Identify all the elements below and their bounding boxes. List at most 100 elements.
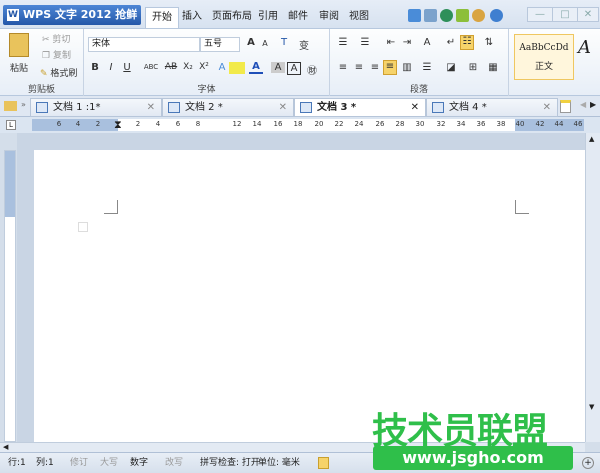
cut-button[interactable]: ✂ 剪切 bbox=[42, 32, 70, 45]
doc-tab-2[interactable]: 文档 2 * ✕ bbox=[162, 98, 294, 117]
shading-icon[interactable]: ◪ bbox=[444, 62, 458, 73]
table-icon[interactable]: ▦ bbox=[486, 62, 500, 73]
user-icon[interactable] bbox=[472, 9, 485, 22]
tab-insert[interactable]: 插入 bbox=[176, 7, 208, 28]
bold-button[interactable]: B bbox=[88, 62, 102, 73]
subscript-button[interactable]: X₂ bbox=[181, 62, 195, 72]
doc-tab-4[interactable]: 文档 4 * ✕ bbox=[426, 98, 558, 117]
ruler-tick: 40 bbox=[515, 120, 525, 128]
clear-format-icon[interactable]: T bbox=[277, 37, 291, 48]
copy-button[interactable]: ❐ 复制 bbox=[42, 48, 71, 61]
align-left-icon[interactable]: ≡ bbox=[336, 62, 350, 73]
scroll-tabs-left[interactable]: ◀ bbox=[580, 100, 586, 109]
home-icon[interactable] bbox=[424, 9, 437, 22]
scroll-up-icon[interactable]: ▲ bbox=[589, 135, 594, 143]
align-center-icon[interactable]: ≡ bbox=[352, 62, 366, 73]
status-revise[interactable]: 修订 bbox=[70, 453, 88, 473]
sort-icon[interactable]: ⇅ bbox=[482, 37, 496, 48]
status-num[interactable]: 数字 bbox=[130, 453, 148, 473]
show-marks-icon[interactable]: ↵ bbox=[444, 37, 458, 48]
tab-mailings[interactable]: 邮件 bbox=[282, 7, 314, 28]
superscript-button[interactable]: X² bbox=[197, 62, 211, 72]
ruler-tick: 20 bbox=[314, 120, 324, 128]
format-painter-button[interactable]: ✎ 格式刷 bbox=[40, 66, 77, 79]
minimize-button[interactable]: — bbox=[527, 7, 553, 22]
status-overwrite[interactable]: 改写 bbox=[165, 453, 183, 473]
chinese-layout-icon[interactable]: A bbox=[420, 37, 434, 48]
underline-button[interactable]: U bbox=[120, 62, 134, 73]
maximize-button[interactable]: □ bbox=[552, 7, 578, 22]
status-col: 列:1 bbox=[36, 458, 54, 468]
document-page[interactable] bbox=[34, 150, 585, 442]
numbering-icon[interactable]: ☰ bbox=[358, 37, 372, 48]
doc-icon bbox=[300, 102, 312, 113]
vertical-scrollbar[interactable]: ▲ ▼ bbox=[585, 133, 600, 442]
increase-indent-icon[interactable]: ⇥ bbox=[400, 37, 414, 48]
decrease-indent-icon[interactable]: ⇤ bbox=[384, 37, 398, 48]
line-spacing-icon[interactable]: ☰ bbox=[420, 62, 434, 73]
tab-home[interactable]: 开始 bbox=[145, 7, 179, 28]
paragraph-label: 段落 bbox=[409, 85, 428, 95]
tab-review[interactable]: 审阅 bbox=[313, 7, 345, 28]
tab-view[interactable]: 视图 bbox=[343, 7, 375, 28]
watermark-url: www.jsgho.com bbox=[373, 446, 573, 470]
doc-tab-label: 文档 3 * bbox=[317, 102, 357, 113]
bullets-icon[interactable]: ☰ bbox=[336, 37, 350, 48]
ruler-tick: 30 bbox=[415, 120, 425, 128]
skin-icon[interactable] bbox=[456, 9, 469, 22]
horizontal-ruler[interactable]: L 6 4 2 2 4 6 8 12 14 16 18 20 22 24 26 28 30 32 34 36 38 40 4… bbox=[0, 117, 600, 133]
char-shading-icon[interactable]: A bbox=[271, 62, 285, 73]
copy-label: 复制 bbox=[52, 51, 71, 61]
table-align-icon[interactable]: ☷ bbox=[460, 35, 474, 50]
italic-button[interactable]: I bbox=[104, 62, 118, 73]
window-icon[interactable] bbox=[408, 9, 421, 22]
strikethrough-button[interactable]: AB bbox=[162, 62, 180, 72]
paste-button[interactable]: 粘贴 bbox=[10, 61, 28, 74]
vertical-ruler[interactable] bbox=[4, 150, 16, 442]
status-spell[interactable]: 拼写检查: 打开 bbox=[200, 453, 260, 473]
distribute-icon[interactable]: ▥ bbox=[400, 62, 414, 73]
phonetic-icon[interactable]: 变 bbox=[297, 37, 311, 52]
status-caps[interactable]: 大写 bbox=[100, 453, 118, 473]
doc-tab-3[interactable]: 文档 3 * ✕ bbox=[294, 98, 426, 117]
ruler-tick: 8 bbox=[195, 120, 201, 128]
doc-tab-1[interactable]: 文档 1 :1* ✕ bbox=[30, 98, 162, 117]
more-tabs-icon[interactable]: » bbox=[21, 100, 26, 109]
char-border-icon[interactable]: A bbox=[287, 62, 301, 75]
page-view-icon[interactable] bbox=[318, 457, 329, 469]
scroll-down-icon[interactable]: ▼ bbox=[589, 403, 594, 411]
enclose-char-icon[interactable]: ㊖ bbox=[305, 62, 319, 77]
shrink-font-button[interactable]: A bbox=[258, 39, 272, 48]
grow-font-button[interactable]: A bbox=[244, 37, 258, 48]
tab-page-layout[interactable]: 页面布局 bbox=[206, 7, 258, 28]
style-name: 正文 bbox=[534, 62, 553, 72]
tab-references[interactable]: 引用 bbox=[252, 7, 284, 28]
indent-marker[interactable]: ⧗ bbox=[114, 118, 122, 132]
help-icon[interactable] bbox=[490, 9, 503, 22]
font-size-select[interactable]: 五号 bbox=[200, 37, 240, 52]
style-normal[interactable]: AaBbCcDd 正文 bbox=[514, 34, 574, 80]
font-color-icon[interactable]: A bbox=[249, 61, 263, 74]
zoom-in-icon[interactable]: + bbox=[582, 457, 594, 469]
close-tab-icon[interactable]: ✕ bbox=[543, 99, 551, 116]
highlight-icon[interactable] bbox=[229, 62, 245, 74]
text-effect-icon[interactable]: A bbox=[215, 62, 229, 73]
scroll-left-icon[interactable]: ◀ bbox=[3, 443, 8, 451]
tab-stop-selector[interactable]: L bbox=[6, 120, 16, 130]
status-unit[interactable]: 单位: 毫米 bbox=[258, 453, 300, 473]
justify-icon[interactable]: ≡ bbox=[383, 60, 397, 75]
close-tab-icon[interactable]: ✕ bbox=[279, 99, 287, 116]
app-menu-button[interactable]: WWPS 文字 2012 抢鲜版 ▾ bbox=[3, 5, 141, 41]
style-next[interactable]: A bbox=[578, 37, 591, 58]
scroll-tabs-right[interactable]: ▶ bbox=[590, 100, 596, 109]
open-folder-icon[interactable] bbox=[4, 101, 17, 111]
browser-icon[interactable] bbox=[440, 9, 453, 22]
font-name-select[interactable]: 宋体 bbox=[88, 37, 200, 52]
new-doc-icon[interactable] bbox=[560, 100, 571, 113]
close-tab-icon[interactable]: ✕ bbox=[411, 99, 419, 116]
borders-icon[interactable]: ⊞ bbox=[466, 62, 480, 73]
align-right-icon[interactable]: ≡ bbox=[368, 62, 382, 73]
close-button[interactable]: ✕ bbox=[577, 7, 599, 22]
close-tab-icon[interactable]: ✕ bbox=[147, 99, 155, 116]
emphasis-button[interactable]: ABC bbox=[142, 63, 160, 71]
